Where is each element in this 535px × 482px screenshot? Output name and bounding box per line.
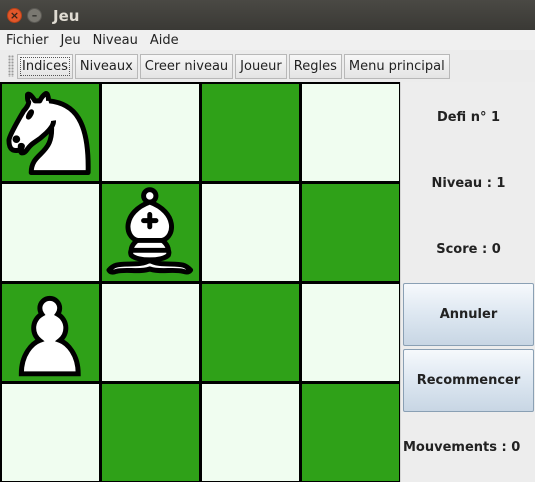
creer-niveau-button-label: Creer niveau — [144, 58, 229, 74]
menu-jeu[interactable]: Jeu — [55, 33, 87, 48]
board-square-d4[interactable] — [302, 84, 399, 181]
score-label: Score : 0 — [436, 242, 501, 257]
white-bishop-icon[interactable] — [104, 186, 198, 280]
white-knight-icon[interactable] — [4, 86, 98, 180]
close-icon: × — [9, 9, 20, 22]
board-square-c4[interactable] — [202, 84, 299, 181]
window-title: Jeu — [53, 7, 80, 25]
board-square-b2[interactable] — [102, 284, 199, 381]
toolbar: Indices Niveaux Creer niveau Joueur Regl… — [0, 50, 535, 82]
niveaux-button-label: Niveaux — [79, 58, 133, 74]
defi-label: Defi n° 1 — [436, 110, 501, 125]
niveaux-button[interactable]: Niveaux — [74, 53, 138, 79]
menu-aide[interactable]: Aide — [144, 33, 185, 48]
board-square-c3[interactable] — [202, 184, 299, 281]
board-square-c2[interactable] — [202, 284, 299, 381]
menu-niveau[interactable]: Niveau — [87, 33, 144, 48]
toolbar-grip-handle[interactable] — [8, 55, 14, 77]
recommencer-button[interactable]: Recommencer — [403, 349, 534, 412]
board-square-c1[interactable] — [202, 384, 299, 481]
niveau-label: Niveau : 1 — [431, 176, 506, 191]
menu-principal-button[interactable]: Menu principal — [343, 53, 450, 79]
menu-bar: Fichier Jeu Niveau Aide — [0, 30, 535, 50]
board-square-a3[interactable] — [2, 184, 99, 281]
board-square-d1[interactable] — [302, 384, 399, 481]
indices-button[interactable]: Indices — [17, 53, 73, 79]
mouvements-label: Mouvements : 0 — [403, 440, 521, 455]
board-square-a2[interactable] — [2, 284, 99, 381]
board-square-b3[interactable] — [102, 184, 199, 281]
board-square-a4[interactable] — [2, 84, 99, 181]
close-window-button[interactable]: × — [7, 8, 22, 23]
joueur-button-label: Joueur — [240, 58, 282, 74]
indices-button-label: Indices — [20, 56, 70, 76]
creer-niveau-button[interactable]: Creer niveau — [139, 53, 234, 79]
minimize-window-button[interactable]: – — [27, 8, 42, 23]
board-square-d3[interactable] — [302, 184, 399, 281]
board-square-b4[interactable] — [102, 84, 199, 181]
game-sidebar: Defi n° 1 Niveau : 1 Score : 0 Annuler R… — [400, 82, 535, 482]
menu-principal-button-label: Menu principal — [348, 58, 445, 74]
recommencer-button-label: Recommencer — [416, 373, 521, 388]
board-square-b1[interactable] — [102, 384, 199, 481]
annuler-button-label: Annuler — [439, 307, 498, 322]
menu-fichier[interactable]: Fichier — [0, 33, 55, 48]
chess-board — [0, 82, 400, 482]
regles-button[interactable]: Regles — [288, 53, 342, 79]
joueur-button[interactable]: Joueur — [235, 53, 287, 79]
title-bar: × – Jeu — [0, 0, 535, 30]
regles-button-label: Regles — [293, 58, 337, 74]
board-square-a1[interactable] — [2, 384, 99, 481]
annuler-button[interactable]: Annuler — [403, 283, 534, 346]
white-pawn-icon[interactable] — [4, 286, 98, 380]
board-square-d2[interactable] — [302, 284, 399, 381]
minimize-icon: – — [31, 9, 38, 22]
